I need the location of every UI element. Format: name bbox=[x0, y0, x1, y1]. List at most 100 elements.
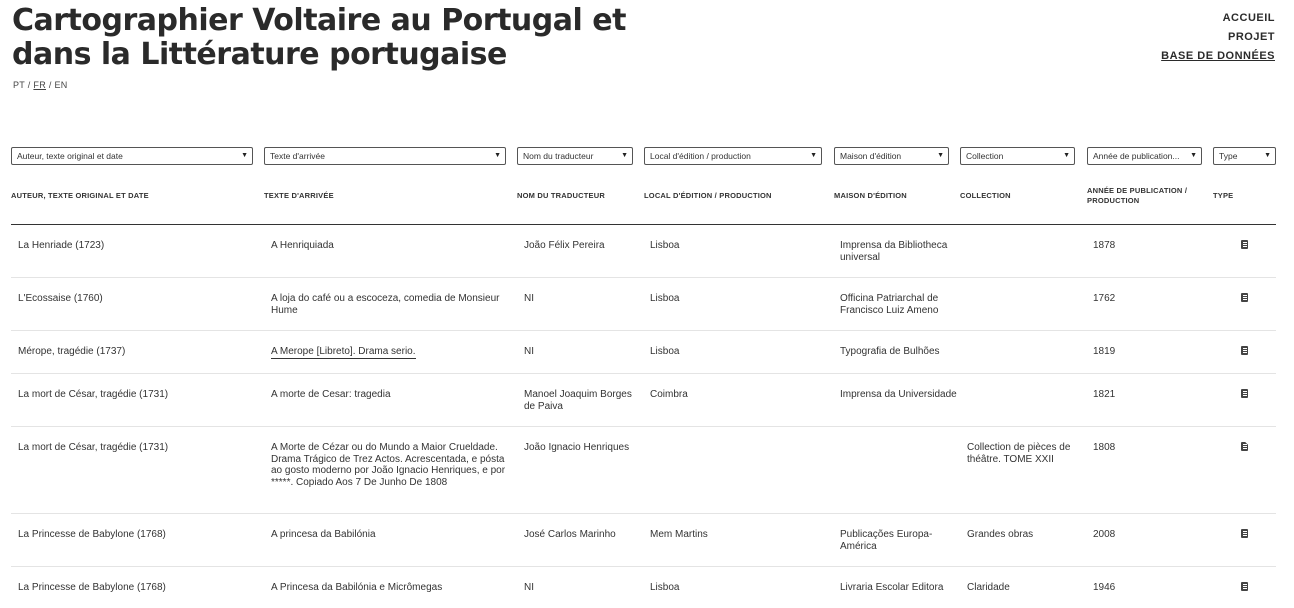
filter-type-select[interactable]: Type ▼ bbox=[1213, 147, 1276, 165]
table-row[interactable]: L'Ecossaise (1760) A loja do café ou a e… bbox=[11, 278, 1276, 331]
cell-year: 2008 bbox=[1093, 529, 1116, 540]
document-icon bbox=[1241, 346, 1248, 355]
chevron-down-icon: ▼ bbox=[241, 152, 248, 159]
column-header-year[interactable]: ANNÉE DE PUBLICATION / PRODUCTION bbox=[1087, 186, 1197, 206]
cell-year: 1878 bbox=[1093, 240, 1116, 251]
cell-translator: NI bbox=[524, 582, 534, 593]
filter-translator-select[interactable]: Nom du traducteur ▼ bbox=[517, 147, 633, 165]
cell-place: Coimbra bbox=[650, 389, 688, 400]
table-row[interactable]: La Henriade (1723) A Henriquiada João Fé… bbox=[11, 225, 1276, 278]
filter-year-select[interactable]: Année de publication... ▼ bbox=[1087, 147, 1202, 165]
cell-author: La mort de César, tragédie (1731) bbox=[18, 442, 169, 453]
table-row[interactable]: La mort de César, tragédie (1731) A Mort… bbox=[11, 427, 1276, 514]
cell-place: Mem Martins bbox=[650, 529, 708, 540]
filter-label: Année de publication... bbox=[1093, 151, 1180, 161]
chevron-down-icon: ▼ bbox=[621, 152, 628, 159]
chevron-down-icon: ▼ bbox=[494, 152, 501, 159]
manuscript-icon bbox=[1241, 442, 1248, 451]
cell-collection: Claridade bbox=[967, 582, 1010, 593]
chevron-down-icon: ▼ bbox=[937, 152, 944, 159]
cell-publisher: Imprensa da Bibliotheca universal bbox=[840, 240, 948, 263]
filter-label: Maison d'édition bbox=[840, 151, 902, 161]
filter-label: Texte d'arrivée bbox=[270, 151, 326, 161]
filter-publisher-select[interactable]: Maison d'édition ▼ bbox=[834, 147, 949, 165]
lang-en[interactable]: EN bbox=[54, 80, 67, 90]
column-header-place[interactable]: LOCAL D'ÉDITION / PRODUCTION bbox=[644, 191, 824, 201]
table-row[interactable]: Mérope, tragédie (1737) A Merope [Libret… bbox=[11, 331, 1276, 374]
cell-author: La Princesse de Babylone (1768) bbox=[18, 529, 166, 540]
table-row[interactable]: La mort de César, tragédie (1731) A mort… bbox=[11, 374, 1276, 427]
cell-author: La Henriade (1723) bbox=[18, 240, 105, 251]
cell-year: 1762 bbox=[1093, 293, 1116, 304]
cell-year: 1821 bbox=[1093, 389, 1116, 400]
chevron-down-icon: ▼ bbox=[1063, 152, 1070, 159]
filter-label: Local d'édition / production bbox=[650, 151, 751, 161]
lang-separator: / bbox=[27, 80, 31, 90]
filter-label: Auteur, texte original et date bbox=[17, 151, 123, 161]
cell-translator: NI bbox=[524, 346, 534, 357]
target-text-link[interactable]: A Merope [Libreto]. Drama serio. bbox=[271, 346, 416, 359]
filter-label: Collection bbox=[966, 151, 1004, 161]
column-header-author[interactable]: AUTEUR, TEXTE ORIGINAL ET DATE bbox=[11, 191, 251, 201]
cell-target-text: A loja do café ou a escoceza, comedia de… bbox=[271, 293, 500, 316]
filter-label: Type bbox=[1219, 151, 1238, 161]
nav-projet[interactable]: PROJET bbox=[1161, 28, 1275, 47]
cell-translator: João Ignacio Henriques bbox=[524, 442, 630, 453]
document-icon bbox=[1241, 240, 1248, 249]
cell-translator: João Félix Pereira bbox=[524, 240, 605, 251]
cell-publisher: Typografia de Bulhões bbox=[840, 346, 940, 357]
chevron-down-icon: ▼ bbox=[1190, 152, 1197, 159]
cell-place: Lisboa bbox=[650, 240, 680, 251]
cell-collection: Collection de pièces de théâtre. TOME XX… bbox=[967, 442, 1071, 465]
lang-pt[interactable]: PT bbox=[13, 80, 25, 90]
table-row[interactable]: La Princesse de Babylone (1768) A prince… bbox=[11, 514, 1276, 567]
chevron-down-icon: ▼ bbox=[1264, 152, 1271, 159]
filter-label: Nom du traducteur bbox=[523, 151, 594, 161]
column-header-target-text[interactable]: TEXTE D'ARRIVÉE bbox=[264, 191, 504, 201]
page-title: Cartographier Voltaire au Portugal et da… bbox=[12, 3, 626, 72]
column-header-type[interactable]: TYPE bbox=[1213, 191, 1273, 201]
cell-place: Lisboa bbox=[650, 346, 680, 357]
cell-target-text: A Merope [Libreto]. Drama serio. bbox=[271, 346, 516, 359]
nav-accueil[interactable]: ACCUEIL bbox=[1161, 9, 1275, 28]
cell-publisher: Livraria Escolar Editora bbox=[840, 582, 944, 593]
chevron-down-icon: ▼ bbox=[810, 152, 817, 159]
table-row[interactable]: La Princesse de Babylone (1768) A Prince… bbox=[11, 567, 1276, 608]
cell-year: 1946 bbox=[1093, 582, 1116, 593]
filter-target-text-select[interactable]: Texte d'arrivée ▼ bbox=[264, 147, 506, 165]
column-header-collection[interactable]: COLLECTION bbox=[960, 191, 1075, 201]
column-header-publisher[interactable]: MAISON D'ÉDITION bbox=[834, 191, 949, 201]
cell-year: 1808 bbox=[1093, 442, 1116, 453]
language-switcher: PT / FR / EN bbox=[13, 80, 68, 90]
cell-author: L'Ecossaise (1760) bbox=[18, 293, 103, 304]
lang-fr[interactable]: FR bbox=[33, 80, 46, 90]
document-icon bbox=[1241, 529, 1248, 538]
cell-year: 1819 bbox=[1093, 346, 1116, 357]
cell-translator: José Carlos Marinho bbox=[524, 529, 616, 540]
filter-place-select[interactable]: Local d'édition / production ▼ bbox=[644, 147, 822, 165]
cell-publisher: Imprensa da Universidade bbox=[840, 389, 957, 400]
cell-translator: Manoel Joaquim Borges de Paiva bbox=[524, 389, 632, 412]
cell-publisher: Officina Patriarchal de Francisco Luiz A… bbox=[840, 293, 939, 316]
cell-target-text: A morte de Cesar: tragedia bbox=[271, 389, 391, 400]
column-header-translator[interactable]: NOM DU TRADUCTEUR bbox=[517, 191, 637, 201]
nav-base-de-donnees[interactable]: BASE DE DONNÉES bbox=[1161, 47, 1275, 66]
cell-author: Mérope, tragédie (1737) bbox=[18, 346, 126, 357]
cell-target-text: A Princesa da Babilónia e Micrômegas bbox=[271, 582, 443, 593]
cell-author: La Princesse de Babylone (1768) bbox=[18, 582, 166, 593]
filter-bar: Auteur, texte original et date ▼ Texte d'… bbox=[0, 147, 1294, 167]
filter-author-select[interactable]: Auteur, texte original et date ▼ bbox=[11, 147, 253, 165]
main-nav: ACCUEIL PROJET BASE DE DONNÉES bbox=[1161, 9, 1275, 66]
cell-publisher: Publicações Europa-América bbox=[840, 529, 933, 552]
cell-place: Lisboa bbox=[650, 293, 680, 304]
cell-target-text: A princesa da Babilónia bbox=[271, 529, 376, 540]
filter-collection-select[interactable]: Collection ▼ bbox=[960, 147, 1075, 165]
document-icon bbox=[1241, 293, 1248, 302]
document-icon bbox=[1241, 582, 1248, 591]
cell-target-text: A Morte de Cézar ou do Mundo a Maior Cru… bbox=[271, 442, 506, 488]
cell-place: Lisboa bbox=[650, 582, 680, 593]
lang-separator: / bbox=[48, 80, 52, 90]
cell-author: La mort de César, tragédie (1731) bbox=[18, 389, 169, 400]
cell-translator: NI bbox=[524, 293, 534, 304]
cell-target-text: A Henriquiada bbox=[271, 240, 334, 251]
